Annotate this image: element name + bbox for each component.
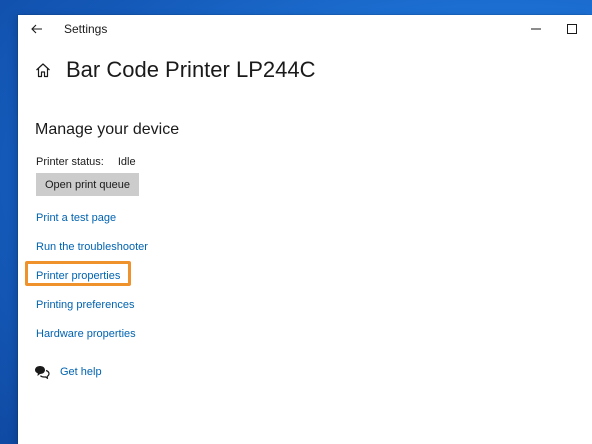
printer-status: Printer status: Idle [36,156,136,168]
settings-window: Settings Bar Code Printer LP244C Manage … [18,15,592,444]
minimize-button[interactable] [528,21,544,37]
page-header: Bar Code Printer LP244C [34,57,315,83]
maximize-icon [567,24,577,34]
help-icon-wrap [34,364,50,380]
title-bar: Settings [18,15,592,43]
open-print-queue-button[interactable]: Open print queue [36,173,139,196]
section-title: Manage your device [35,121,180,138]
get-help-link[interactable]: Get help [34,364,102,380]
hardware-properties-link[interactable]: Hardware properties [36,328,136,340]
printer-status-value: Idle [117,156,136,168]
page-title: Bar Code Printer LP244C [66,57,316,82]
help-chat-icon [35,366,50,379]
run-troubleshooter-link[interactable]: Run the troubleshooter [36,241,148,253]
home-icon [36,63,50,78]
home-button[interactable] [34,61,52,79]
minimize-icon [531,28,541,30]
printer-status-label: Printer status: [36,156,104,168]
maximize-button[interactable] [564,21,580,37]
back-arrow-icon [31,24,42,34]
window-title: Settings [64,22,108,36]
back-button[interactable] [28,20,46,38]
print-test-page-link[interactable]: Print a test page [36,212,116,224]
printer-properties-link[interactable]: Printer properties [36,270,120,282]
printing-preferences-link[interactable]: Printing preferences [36,299,134,311]
get-help-label: Get help [60,366,102,378]
